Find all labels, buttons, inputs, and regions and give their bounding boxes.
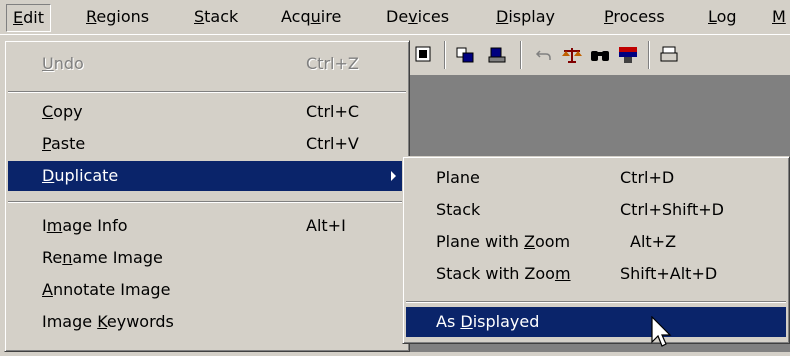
menu-item-rename-image[interactable]: Rename Image xyxy=(8,243,406,273)
mouse-cursor-icon xyxy=(650,315,674,352)
color-monitor-icon[interactable] xyxy=(616,43,640,67)
menu-edit[interactable]: Edit xyxy=(6,4,51,32)
submenu-arrow-icon xyxy=(391,171,396,181)
menu-item-paste[interactable]: Paste Ctrl+V xyxy=(8,129,406,159)
menu-item-annotate-image[interactable]: Annotate Image xyxy=(8,275,406,305)
menu-item-undo[interactable]: Undo Ctrl+Z xyxy=(8,49,406,79)
menu-item-copy[interactable]: Copy Ctrl+C xyxy=(8,97,406,127)
menu-regions[interactable]: Regions xyxy=(80,4,155,30)
toolbar xyxy=(408,35,790,76)
region-paste-icon[interactable] xyxy=(486,43,510,67)
menu-item-duplicate[interactable]: Duplicate xyxy=(8,161,406,191)
duplicate-submenu: Plane Ctrl+D Stack Ctrl+Shift+D Plane wi… xyxy=(402,156,790,344)
menu-log[interactable]: Log xyxy=(702,4,743,30)
submenu-item-plane-with-zoom[interactable]: Plane with Zoom Alt+Z xyxy=(406,227,786,257)
menu-item-image-info[interactable]: Image Info Alt+I xyxy=(8,211,406,241)
image-window-icon[interactable] xyxy=(412,43,436,67)
printer-icon[interactable] xyxy=(658,43,682,67)
balance-icon[interactable] xyxy=(560,43,584,67)
undo-icon[interactable] xyxy=(532,43,556,67)
submenu-item-as-displayed[interactable]: As Displayed xyxy=(406,307,786,337)
menu-separator xyxy=(8,91,406,93)
menu-bar: Edit Regions Stack Acquire Devices Displ… xyxy=(0,0,790,35)
menu-devices[interactable]: Devices xyxy=(380,4,455,30)
binoculars-icon[interactable] xyxy=(588,43,612,67)
submenu-item-plane[interactable]: Plane Ctrl+D xyxy=(406,163,786,193)
menu-separator xyxy=(8,201,406,203)
region-copy-icon[interactable] xyxy=(454,43,478,67)
submenu-item-stack-with-zoom[interactable]: Stack with Zoom Shift+Alt+D xyxy=(406,259,786,289)
edit-menu: Undo Ctrl+Z Copy Ctrl+C Paste Ctrl+V Dup… xyxy=(4,40,410,352)
menu-item-image-keywords[interactable]: Image Keywords xyxy=(8,307,406,337)
submenu-item-stack[interactable]: Stack Ctrl+Shift+D xyxy=(406,195,786,225)
menu-process[interactable]: Process xyxy=(598,4,671,30)
menu-display[interactable]: Display xyxy=(490,4,561,30)
menu-stack[interactable]: Stack xyxy=(188,4,244,30)
menu-separator xyxy=(406,301,786,303)
menu-acquire[interactable]: Acquire xyxy=(275,4,347,30)
menu-more[interactable]: M xyxy=(766,4,790,30)
